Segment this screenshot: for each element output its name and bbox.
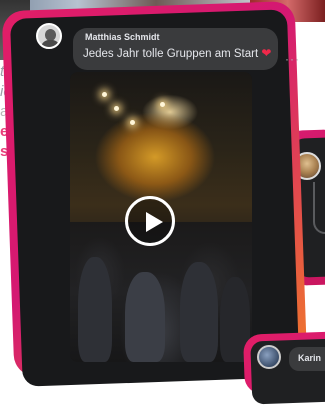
play-icon (146, 212, 163, 232)
side-post-thread-line (313, 182, 325, 234)
crowd-person (125, 272, 165, 362)
crowd-person (180, 262, 218, 362)
crowd-person (78, 257, 112, 362)
author-avatar[interactable] (36, 23, 62, 49)
bottom-post-author-name[interactable]: Karin (298, 353, 321, 363)
stage-light (130, 120, 135, 125)
heart-icon: ❤ (261, 46, 272, 60)
comment-text: Jedes Jahr tolle Gruppen am Start ❤ (83, 46, 271, 60)
more-icon[interactable]: ··· (285, 52, 300, 66)
comment-author-name[interactable]: Matthias Schmidt (85, 32, 160, 42)
stage-light (102, 92, 107, 97)
play-button[interactable] (125, 196, 175, 246)
stage-light (160, 102, 165, 107)
bottom-post-avatar[interactable] (257, 345, 281, 369)
stage-light (114, 106, 119, 111)
comment-text-content: Jedes Jahr tolle Gruppen am Start (83, 48, 259, 60)
